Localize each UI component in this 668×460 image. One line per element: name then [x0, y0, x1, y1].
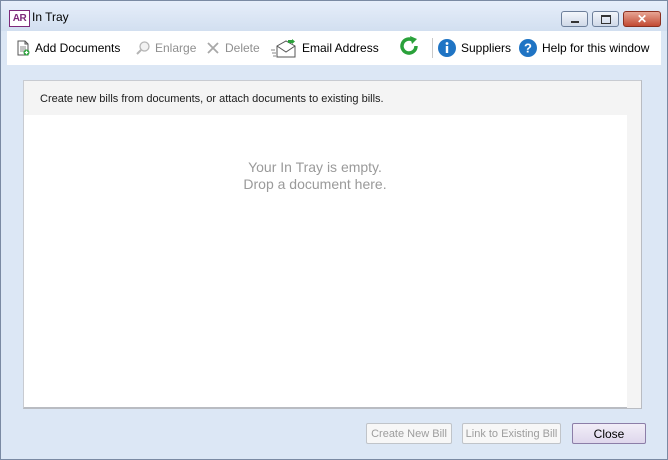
help-label: Help for this window	[542, 41, 650, 55]
empty-message-line1: Your In Tray is empty.	[248, 159, 382, 175]
enlarge-button[interactable]: Enlarge	[135, 37, 196, 59]
info-icon	[437, 38, 457, 58]
suppliers-button[interactable]: Suppliers	[437, 37, 511, 59]
panel-scroll-gutter	[627, 81, 641, 408]
link-to-existing-bill-button[interactable]: Link to Existing Bill	[462, 423, 561, 444]
enlarge-label: Enlarge	[155, 41, 197, 55]
suppliers-label: Suppliers	[461, 41, 512, 55]
add-document-icon	[15, 40, 31, 56]
delete-icon	[205, 40, 221, 56]
window-title: In Tray	[32, 10, 69, 24]
panel-header: Create new bills from documents, or atta…	[24, 81, 628, 115]
add-documents-label: Add Documents	[35, 41, 121, 55]
email-address-label: Email Address	[302, 41, 379, 55]
refresh-button[interactable]	[397, 35, 421, 57]
create-new-bill-button[interactable]: Create New Bill	[366, 423, 452, 444]
delete-label: Delete	[225, 41, 260, 55]
minimize-button[interactable]	[561, 11, 588, 27]
help-question-icon: ?	[518, 38, 538, 58]
email-address-button[interactable]: Email Address	[270, 37, 379, 59]
in-tray-drop-area[interactable]: Create new bills from documents, or atta…	[23, 80, 642, 409]
delete-button[interactable]: Delete	[205, 37, 260, 59]
toolbar: Add Documents Enlarge Delete Email Addre…	[7, 31, 661, 65]
minimize-icon	[562, 12, 587, 26]
close-window-button[interactable]: ✕	[623, 11, 661, 27]
magnifier-icon	[135, 40, 151, 56]
close-button[interactable]: Close	[572, 423, 646, 444]
add-documents-button[interactable]: Add Documents	[15, 37, 120, 59]
close-icon: ✕	[636, 12, 648, 26]
in-tray-window: AR In Tray ✕ Add Documents Enlarge Delet…	[0, 0, 668, 460]
empty-message-line2: Drop a document here.	[243, 176, 387, 192]
instruction-text: Create new bills from documents, or atta…	[40, 93, 384, 105]
help-button[interactable]: ? Help for this window	[518, 37, 649, 59]
email-envelope-icon	[270, 39, 298, 58]
app-logo: AR	[9, 10, 30, 27]
svg-text:?: ?	[524, 41, 532, 56]
toolbar-divider	[432, 38, 433, 58]
maximize-icon	[593, 12, 618, 26]
refresh-icon	[397, 34, 421, 58]
maximize-button[interactable]	[592, 11, 619, 27]
title-bar[interactable]: AR In Tray ✕	[1, 1, 667, 31]
